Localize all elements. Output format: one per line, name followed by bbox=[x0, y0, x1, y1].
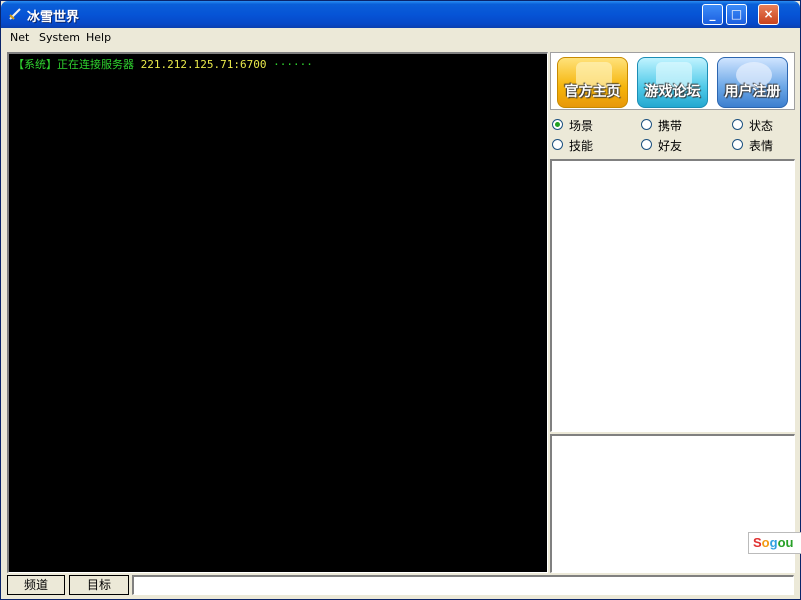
radio-label: 好友 bbox=[658, 139, 683, 153]
minimize-button[interactable]: _ bbox=[702, 4, 723, 25]
forum-button[interactable]: 游戏论坛 bbox=[637, 57, 708, 108]
game-client-window: 冰雪世界 _ □ × Net System Help 【系统】正在连接服务器 2… bbox=[0, 0, 801, 600]
ime-letter: ou bbox=[777, 535, 794, 550]
sword-app-icon bbox=[9, 8, 21, 20]
ime-letter: g bbox=[769, 535, 778, 550]
title-bar[interactable]: 冰雪世界 _ □ × bbox=[1, 1, 800, 28]
radio-dot-icon bbox=[552, 139, 563, 150]
radio-dot-icon bbox=[732, 139, 743, 150]
radio-label: 表情 bbox=[749, 139, 774, 153]
channel-button[interactable]: 频道 bbox=[7, 575, 65, 595]
menu-bar: Net System Help bbox=[1, 28, 800, 48]
close-button[interactable]: × bbox=[758, 4, 779, 25]
maximize-button[interactable]: □ bbox=[726, 4, 747, 25]
forum-label: 游戏论坛 bbox=[644, 84, 701, 100]
radio-dot-icon bbox=[732, 119, 743, 130]
target-button[interactable]: 目标 bbox=[69, 575, 129, 595]
console-tag: 【系统】 bbox=[13, 58, 57, 71]
link-bar: 官方主页 游戏论坛 用户注册 bbox=[550, 52, 795, 110]
radio-dot-icon bbox=[641, 139, 652, 150]
panel-tabs: 场景 携带 状态 技能 好友 表情 bbox=[550, 112, 795, 158]
sogou-ime-badge[interactable]: Sogou bbox=[748, 532, 801, 554]
ime-letter: o bbox=[761, 535, 770, 550]
menu-net[interactable]: Net bbox=[10, 31, 29, 44]
homepage-button[interactable]: 官方主页 bbox=[557, 57, 628, 108]
menu-help[interactable]: Help bbox=[86, 31, 111, 44]
console-message: 正在连接服务器 bbox=[57, 58, 134, 71]
server-address: 221.212.125.71:6700 bbox=[140, 58, 267, 71]
console-trail: ······ bbox=[273, 58, 313, 71]
game-console[interactable]: 【系统】正在连接服务器 221.212.125.71:6700 ······ bbox=[7, 52, 548, 573]
chat-input[interactable] bbox=[132, 575, 794, 595]
radio-label: 技能 bbox=[569, 139, 594, 153]
menu-system[interactable]: System bbox=[39, 31, 80, 44]
radio-dot-icon bbox=[641, 119, 652, 130]
radio-label: 携带 bbox=[658, 119, 683, 133]
register-button[interactable]: 用户注册 bbox=[717, 57, 788, 108]
window-title: 冰雪世界 bbox=[27, 10, 80, 25]
panel-content-list[interactable] bbox=[550, 159, 795, 432]
console-line: 【系统】正在连接服务器 221.212.125.71:6700 ······ bbox=[13, 56, 313, 72]
window-border bbox=[796, 28, 800, 599]
ime-letter: S bbox=[753, 535, 762, 550]
register-label: 用户注册 bbox=[724, 84, 781, 100]
side-panel: 官方主页 游戏论坛 用户注册 场景 携带 状态 技能 好友 表情 bbox=[550, 52, 795, 573]
status-bar: 频道 目标 bbox=[1, 574, 800, 599]
radio-label: 场景 bbox=[569, 119, 594, 133]
radio-dot-icon bbox=[552, 119, 563, 130]
homepage-label: 官方主页 bbox=[564, 84, 621, 100]
radio-label: 状态 bbox=[749, 119, 774, 133]
